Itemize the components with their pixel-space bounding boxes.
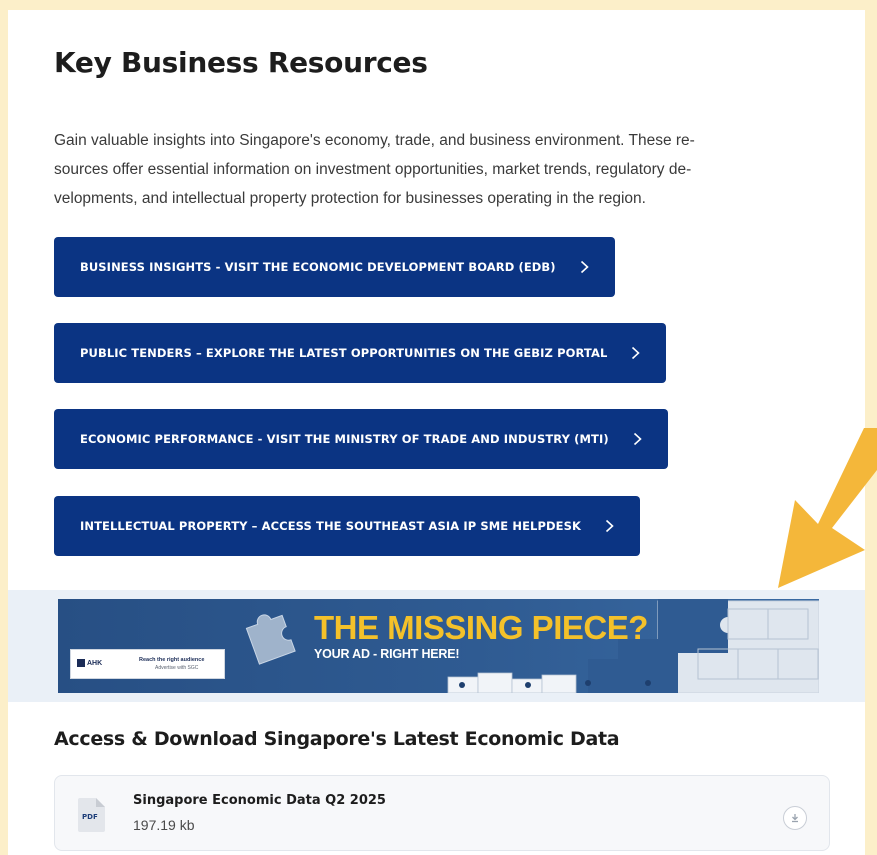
content-panel: Key Business Resources Gain valuable ins…	[8, 10, 865, 855]
mti-link-button[interactable]: ECONOMIC PERFORMANCE - VISIT THE MINISTR…	[54, 409, 668, 469]
ahk-logo-text: AHK	[87, 659, 103, 667]
page-frame: Key Business Resources Gain valuable ins…	[0, 0, 877, 855]
intro-line-2: sources offer essential information on i…	[54, 161, 692, 178]
section-intro: Gain valuable insights into Singapore's …	[54, 126, 834, 213]
downloads-title: Access & Download Singapore's Latest Eco…	[54, 728, 620, 750]
gebiz-link-label: PUBLIC TENDERS – EXPLORE THE LATEST OPPO…	[80, 346, 608, 360]
ad-banner[interactable]: THE MISSING PIECE? YOUR AD - RIGHT HERE!…	[58, 599, 819, 693]
file-size: 197.19 kb	[133, 817, 195, 833]
puzzle-piece-icon	[245, 614, 296, 665]
mti-link-label: ECONOMIC PERFORMANCE - VISIT THE MINISTR…	[80, 432, 609, 446]
arrow-down-left-icon	[778, 428, 877, 588]
download-file-card[interactable]: PDF Singapore Economic Data Q2 2025 197.…	[54, 775, 830, 851]
logo-mark-icon	[77, 659, 85, 667]
ahk-logo: AHK	[77, 659, 102, 667]
ad-card-subtagline: Advertise with SGC	[155, 665, 199, 671]
download-icon	[790, 813, 800, 823]
ad-advertiser-card: AHK Reach the right audience Advertise w…	[70, 649, 225, 679]
edb-link-label: BUSINESS INSIGHTS - VISIT THE ECONOMIC D…	[80, 260, 556, 274]
section-title: Key Business Resources	[54, 46, 428, 79]
ip-helpdesk-link-button[interactable]: INTELLECTUAL PROPERTY – ACCESS THE SOUTH…	[54, 496, 640, 556]
ad-subline: YOUR AD - RIGHT HERE!	[314, 647, 460, 661]
ad-card-tagline: Reach the right audience	[139, 657, 205, 663]
ip-helpdesk-link-label: INTELLECTUAL PROPERTY – ACCESS THE SOUTH…	[80, 519, 581, 533]
pdf-file-icon: PDF	[78, 798, 105, 832]
chevron-right-icon	[633, 432, 642, 446]
download-button[interactable]	[783, 806, 807, 830]
gebiz-link-button[interactable]: PUBLIC TENDERS – EXPLORE THE LATEST OPPO…	[54, 323, 667, 383]
ad-band: THE MISSING PIECE? YOUR AD - RIGHT HERE!…	[8, 590, 865, 702]
ad-headline: THE MISSING PIECE?	[314, 609, 648, 646]
chevron-right-icon	[631, 346, 641, 360]
intro-line-3: velopments, and intellectual property pr…	[54, 190, 646, 207]
chevron-right-icon	[580, 260, 589, 274]
chevron-right-icon	[605, 519, 614, 533]
file-name: Singapore Economic Data Q2 2025	[133, 793, 386, 808]
pdf-icon-label: PDF	[82, 813, 98, 821]
edb-link-button[interactable]: BUSINESS INSIGHTS - VISIT THE ECONOMIC D…	[54, 237, 615, 297]
intro-line-1: Gain valuable insights into Singapore's …	[54, 132, 695, 149]
